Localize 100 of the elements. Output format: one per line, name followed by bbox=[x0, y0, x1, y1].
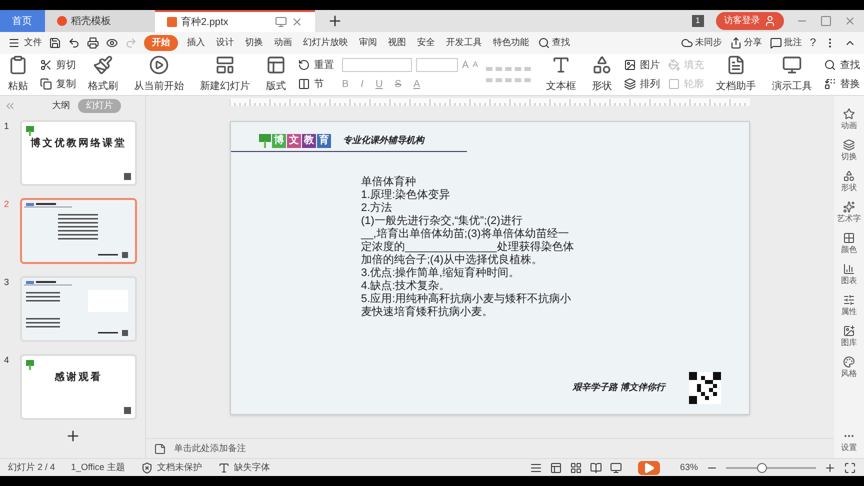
cut-button[interactable]: 剪切 bbox=[40, 58, 76, 72]
panel-tab[interactable]: 大纲 bbox=[52, 99, 70, 113]
protection-button[interactable]: 文档未保护 bbox=[140, 460, 202, 474]
search-button[interactable]: 查找 bbox=[538, 36, 570, 50]
save-icon[interactable] bbox=[49, 37, 61, 49]
font-name-field[interactable] bbox=[342, 58, 412, 72]
play-current-button[interactable]: 从当前开始 bbox=[130, 55, 188, 94]
document-helper-button[interactable]: 文档助手 bbox=[712, 55, 760, 94]
undo-icon[interactable] bbox=[68, 37, 80, 49]
menu-tab[interactable]: 设计 bbox=[214, 36, 236, 50]
paint-bucket-icon bbox=[668, 59, 680, 71]
share-icon bbox=[730, 37, 742, 49]
sync-button[interactable]: 未同步 bbox=[680, 36, 722, 50]
font-icon bbox=[218, 462, 230, 474]
section-button[interactable]: 节 bbox=[298, 76, 334, 92]
normal-view-icon[interactable] bbox=[550, 462, 562, 474]
body-text-line: 加倍的纯合子;(4)从中选择优良植株。 bbox=[361, 254, 544, 266]
shapes-icon bbox=[592, 55, 612, 75]
sidebar-button[interactable]: 动画 bbox=[841, 108, 857, 132]
sidebar-button[interactable]: 属性 bbox=[841, 294, 857, 318]
shape-button[interactable]: 形状 bbox=[588, 55, 616, 94]
tree-logo-icon bbox=[259, 134, 271, 148]
replace-button[interactable]: 替换 bbox=[824, 76, 860, 92]
menu-tab[interactable]: 幻灯片放映 bbox=[301, 36, 350, 50]
menu-tab[interactable]: 特色功能 bbox=[491, 36, 531, 50]
tab[interactable]: 首页 bbox=[0, 10, 45, 32]
menu-tab[interactable]: 审阅 bbox=[357, 36, 379, 50]
new-slide-button[interactable]: 新建幻灯片 bbox=[196, 55, 254, 94]
presenter-view-icon[interactable] bbox=[610, 462, 622, 474]
tree-icon bbox=[26, 360, 34, 370]
add-slide-icon[interactable] bbox=[64, 428, 80, 444]
presentation-file-icon bbox=[167, 17, 177, 27]
close-icon[interactable] bbox=[291, 16, 303, 28]
arrange-button[interactable]: 排列 bbox=[624, 76, 660, 92]
presentation-tools-button[interactable]: 演示工具 bbox=[768, 55, 816, 94]
restore-icon[interactable] bbox=[820, 15, 832, 27]
login-button[interactable]: 访客登录 bbox=[716, 12, 784, 30]
sidebar-button[interactable]: 风格 bbox=[841, 356, 857, 380]
tab[interactable]: 稻壳模板 bbox=[45, 10, 155, 32]
palette-icon bbox=[843, 356, 855, 368]
slide-number: 1 bbox=[4, 120, 10, 133]
image-icon bbox=[624, 59, 636, 71]
image-icon bbox=[843, 325, 855, 337]
slide-number: 2 bbox=[4, 198, 10, 211]
format-painter-button[interactable]: 格式刷 bbox=[84, 55, 122, 94]
fit-window-icon[interactable] bbox=[844, 462, 856, 474]
missing-fonts-button[interactable]: 缺失字体 bbox=[218, 460, 270, 474]
sidebar-button[interactable]: 切换 bbox=[841, 139, 857, 163]
preview-icon[interactable] bbox=[106, 37, 118, 49]
slide-thumbnail[interactable]: 博文优教网络课堂 bbox=[20, 120, 137, 186]
footer-motto: 艰辛学子路 博文伴你行 bbox=[572, 381, 665, 394]
sorter-view-icon[interactable] bbox=[570, 462, 582, 474]
template-logo-icon bbox=[57, 16, 67, 26]
menu-tab[interactable]: 插入 bbox=[185, 36, 207, 50]
copy-button[interactable]: 复制 bbox=[40, 76, 76, 92]
zoom-thumb[interactable] bbox=[757, 462, 767, 472]
file-menu[interactable]: 文件 bbox=[8, 36, 42, 50]
font-size-field[interactable] bbox=[416, 58, 458, 72]
sidebar-button[interactable]: 颜色 bbox=[841, 232, 857, 256]
reset-button[interactable]: 重置 bbox=[298, 58, 334, 72]
zoom-in-icon[interactable] bbox=[824, 462, 836, 474]
sidebar-button[interactable]: 设置 bbox=[841, 430, 857, 454]
close-icon[interactable] bbox=[844, 15, 856, 27]
print-icon[interactable] bbox=[87, 37, 99, 49]
picture-button[interactable]: 图片 bbox=[624, 58, 660, 72]
menu-tab[interactable]: 安全 bbox=[415, 36, 437, 50]
textbox-button[interactable]: 文本框 bbox=[542, 55, 580, 94]
qr-code-icon bbox=[689, 372, 721, 404]
qr-code-icon bbox=[124, 407, 131, 414]
new-tab-icon[interactable] bbox=[327, 13, 343, 29]
find-button[interactable]: 查找 bbox=[824, 58, 860, 72]
body-text-line: 2.方法 bbox=[361, 202, 394, 215]
menu-tab[interactable]: 开发工具 bbox=[444, 36, 484, 50]
notes-placeholder[interactable]: 单击此处添加备注 bbox=[174, 442, 246, 456]
help-button[interactable]: ? bbox=[810, 34, 816, 52]
comment-button[interactable]: 批注 bbox=[770, 36, 802, 50]
play-button[interactable] bbox=[638, 460, 660, 474]
menu-tab[interactable]: 切换 bbox=[243, 36, 265, 50]
paste-button[interactable]: 粘贴 bbox=[4, 55, 32, 94]
sidebar-button[interactable]: 艺术字 bbox=[837, 201, 861, 225]
slide-thumbnail[interactable]: 感谢观看 bbox=[20, 354, 137, 420]
replace-icon bbox=[824, 78, 836, 90]
comment-icon bbox=[770, 37, 782, 49]
notification-badge[interactable]: 1 bbox=[692, 15, 704, 27]
layout-button[interactable]: 版式 bbox=[262, 55, 290, 94]
tree-icon bbox=[26, 126, 34, 136]
sidebar-button[interactable]: 图库 bbox=[841, 325, 857, 349]
tab[interactable]: 育种2.pptx bbox=[155, 10, 315, 32]
menu-tab[interactable]: 视图 bbox=[386, 36, 408, 50]
share-button[interactable]: 分享 bbox=[730, 36, 762, 50]
star-icon bbox=[843, 108, 855, 120]
reading-view-icon[interactable] bbox=[590, 462, 602, 474]
sidebar-button[interactable]: 形状 bbox=[841, 170, 857, 194]
sidebar-button[interactable]: 图表 bbox=[841, 263, 857, 287]
zoom-level[interactable]: 63% bbox=[680, 460, 698, 474]
scissors-icon bbox=[40, 59, 52, 71]
notes-toggle-icon[interactable] bbox=[530, 462, 542, 474]
clipboard-icon bbox=[8, 55, 28, 75]
layers-icon bbox=[843, 139, 855, 151]
menu-tab[interactable]: 动画 bbox=[272, 36, 294, 50]
